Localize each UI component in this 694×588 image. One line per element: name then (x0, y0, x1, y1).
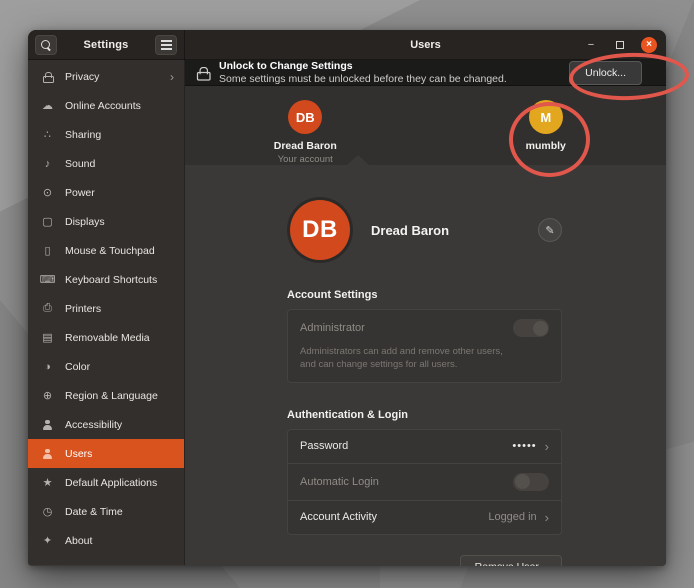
sidebar-item-about[interactable]: ✦ About (28, 526, 184, 555)
window-controls: − × (583, 30, 657, 60)
sidebar-item-date-time[interactable]: ◷ Date & Time (28, 497, 184, 526)
lock-icon (40, 72, 55, 81)
sidebar-item-privacy[interactable]: Privacy › (28, 62, 184, 91)
auth-login-card: Password ••••• › Automatic Login (287, 429, 562, 535)
app-title: Settings (84, 39, 129, 51)
avatar[interactable]: M (529, 100, 563, 134)
sidebar-item-online-accounts[interactable]: ☁ Online Accounts (28, 91, 184, 120)
accessibility-icon (40, 420, 55, 430)
carousel-user-mumbly[interactable]: M mumbly (426, 86, 667, 165)
administrator-row: Administrator (288, 310, 561, 346)
unlock-banner-subtitle: Some settings must be unlocked before th… (219, 73, 507, 85)
sidebar-header: Settings (28, 30, 185, 60)
cloud-icon: ☁ (40, 99, 55, 112)
chevron-right-icon: › (545, 510, 549, 525)
pencil-icon: ✎ (545, 224, 554, 237)
administrator-label: Administrator (300, 322, 365, 334)
user-detail-panel: DB Dread Baron ✎ Account Settings Admini… (185, 165, 666, 566)
desktop: Users Settings − × Privacy (0, 0, 694, 588)
sidebar-item-printers[interactable]: ⎙ Printers (28, 294, 184, 323)
automatic-login-row: Automatic Login (288, 463, 561, 500)
sidebar-item-region-language[interactable]: ⊕ Region & Language (28, 381, 184, 410)
sidebar-item-keyboard-shortcuts[interactable]: ⌨ Keyboard Shortcuts (28, 265, 184, 294)
star-icon: ★ (40, 476, 55, 489)
sidebar: Privacy › ☁ Online Accounts ∴ Sharing ♪ … (28, 60, 185, 565)
unlock-button[interactable]: Unlock... (569, 61, 642, 85)
auth-login-heading: Authentication & Login (287, 409, 562, 421)
avatar-ring: DB (287, 197, 353, 263)
selected-user-pointer (347, 155, 369, 165)
sidebar-item-mouse-touchpad[interactable]: ▯ Mouse & Touchpad (28, 236, 184, 265)
removable-media-icon: ▤ (40, 331, 55, 344)
settings-window: Users Settings − × Privacy (28, 30, 666, 566)
account-activity-value: Logged in (488, 511, 536, 523)
display-icon: ▢ (40, 215, 55, 228)
printer-icon: ⎙ (40, 302, 55, 315)
globe-icon: ⊕ (40, 389, 55, 402)
hamburger-icon (161, 44, 172, 46)
maximize-button[interactable] (612, 37, 628, 53)
account-settings-card: Administrator Administrators can add and… (287, 309, 562, 383)
color-icon: ◑ (40, 361, 55, 373)
maximize-icon (616, 41, 624, 49)
titlebar[interactable]: Users Settings − × (28, 30, 666, 60)
administrator-toggle[interactable] (513, 319, 549, 337)
edit-name-button[interactable]: ✎ (538, 218, 562, 242)
mouse-icon: ▯ (40, 244, 55, 257)
menu-button[interactable] (155, 35, 177, 55)
sidebar-item-users[interactable]: Users (28, 439, 184, 468)
sidebar-item-default-applications[interactable]: ★ Default Applications (28, 468, 184, 497)
sidebar-item-color[interactable]: ◑ Color (28, 352, 184, 381)
sidebar-item-displays[interactable]: ▢ Displays (28, 207, 184, 236)
user-header: DB Dread Baron ✎ (287, 197, 562, 263)
carousel-user-dread-baron[interactable]: DB Dread Baron Your account (185, 86, 426, 165)
unlock-banner: Unlock to Change Settings Some settings … (185, 60, 666, 86)
lock-icon (195, 68, 210, 77)
remove-user-button[interactable]: Remove User... (460, 555, 562, 566)
unlock-banner-title: Unlock to Change Settings (219, 60, 507, 72)
account-activity-row[interactable]: Account Activity Logged in › (288, 500, 561, 534)
user-name: Dread Baron (371, 223, 449, 238)
account-settings-heading: Account Settings (287, 289, 562, 301)
sidebar-item-removable-media[interactable]: ▤ Removable Media (28, 323, 184, 352)
automatic-login-toggle[interactable] (513, 473, 549, 491)
users-panel: Unlock to Change Settings Some settings … (185, 60, 666, 565)
clock-icon: ◷ (40, 505, 55, 518)
users-icon (40, 449, 55, 459)
keyboard-icon: ⌨ (40, 273, 55, 286)
search-icon (41, 40, 52, 51)
about-icon: ✦ (40, 534, 55, 547)
search-button[interactable] (35, 35, 57, 55)
password-dots: ••••• (512, 440, 536, 452)
minimize-button[interactable]: − (583, 37, 599, 53)
sidebar-item-accessibility[interactable]: Accessibility (28, 410, 184, 439)
power-icon: ⊙ (40, 186, 55, 199)
chevron-right-icon: › (170, 70, 174, 84)
share-icon: ∴ (40, 128, 55, 141)
chevron-right-icon: › (545, 439, 549, 454)
password-row[interactable]: Password ••••• › (288, 430, 561, 463)
sidebar-item-power[interactable]: ⊙ Power (28, 178, 184, 207)
close-button[interactable]: × (641, 37, 657, 53)
avatar[interactable]: DB (290, 200, 350, 260)
avatar[interactable]: DB (288, 100, 322, 134)
user-carousel: DB Dread Baron Your account M mumbly (185, 86, 666, 165)
administrator-description: Administrators can add and remove other … (288, 346, 518, 382)
sidebar-item-sharing[interactable]: ∴ Sharing (28, 120, 184, 149)
sidebar-item-sound[interactable]: ♪ Sound (28, 149, 184, 178)
sound-icon: ♪ (40, 158, 55, 170)
